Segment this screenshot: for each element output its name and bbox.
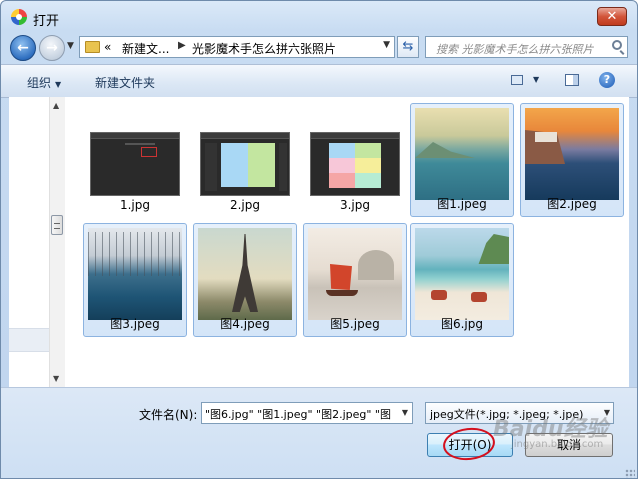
refresh-button[interactable]: ⇆ <box>397 36 419 58</box>
file-item-tu5-jpeg[interactable]: 图5.jpeg <box>303 223 407 337</box>
file-thumbnail <box>415 108 509 200</box>
preview-pane-icon[interactable] <box>565 74 579 86</box>
organize-label: 组织 <box>27 76 52 90</box>
open-file-dialog: 打开 ✕ ← → ▼ « 新建文... ▶ 光影魔术手怎么拼六张照片 ▼ ⇆ 搜… <box>0 0 638 479</box>
filename-value: "图6.jpg" "图1.jpeg" "图2.jpeg" "图 <box>205 408 391 421</box>
file-item-1-jpg[interactable]: 1.jpg <box>83 103 187 217</box>
filename-input[interactable]: "图6.jpg" "图1.jpeg" "图2.jpeg" "图 ▼ <box>201 402 413 424</box>
address-bar[interactable]: « 新建文... ▶ 光影魔术手怎么拼六张照片 ▼ <box>79 36 395 58</box>
recent-locations-dropdown-icon[interactable]: ▼ <box>67 41 74 51</box>
annotation-circle <box>441 425 497 463</box>
breadcrumb-item-current[interactable]: 光影魔术手怎么拼六张照片 <box>192 40 336 57</box>
back-arrow-icon: ← <box>17 40 29 56</box>
scroll-thumb[interactable] <box>51 215 63 235</box>
filename-history-dropdown-icon[interactable]: ▼ <box>398 403 412 423</box>
file-item-tu6-jpg[interactable]: 图6.jpg <box>410 223 514 337</box>
file-thumbnail <box>88 108 182 200</box>
watermark-url: jingyan.baidu.com <box>511 439 604 450</box>
command-toolbar: 组织 ▼ 新建文件夹 ▼ ? <box>1 64 637 98</box>
file-name: 图3.jpeg <box>110 317 160 331</box>
app-icon <box>11 9 27 25</box>
breadcrumb-item-parent[interactable]: 新建文... <box>122 40 169 57</box>
title-bar: 打开 ✕ <box>1 1 637 33</box>
file-name: 图6.jpg <box>440 317 484 331</box>
search-icon <box>612 40 622 50</box>
file-item-tu3-jpeg[interactable]: 图3.jpeg <box>83 223 187 337</box>
file-item-2-jpg[interactable]: 2.jpg <box>193 103 297 217</box>
search-input[interactable]: 搜索 光影魔术手怎么拼六张照片 <box>425 36 628 58</box>
file-thumbnail <box>525 108 619 200</box>
forward-arrow-icon: → <box>46 40 58 56</box>
file-item-3-jpg[interactable]: 3.jpg <box>303 103 407 217</box>
chevron-down-icon: ▼ <box>55 80 62 89</box>
file-thumbnail <box>415 228 509 320</box>
close-icon: ✕ <box>606 9 618 24</box>
file-thumbnail <box>308 108 402 200</box>
window-title: 打开 <box>33 14 60 29</box>
file-name: 图4.jpeg <box>220 317 270 331</box>
organize-menu[interactable]: 组织 ▼ <box>27 74 61 91</box>
scroll-up-arrow-icon[interactable]: ▲ <box>53 101 59 110</box>
file-item-tu4-jpeg[interactable]: 图4.jpeg <box>193 223 297 337</box>
view-options-dropdown-icon[interactable]: ▼ <box>533 75 539 84</box>
resize-grip-icon[interactable] <box>625 469 635 478</box>
file-name: 图1.jpeg <box>437 197 487 211</box>
back-button[interactable]: ← <box>10 35 36 61</box>
file-name: 2.jpg <box>229 198 261 212</box>
folder-icon <box>85 41 100 53</box>
file-thumbnail <box>198 108 292 200</box>
scroll-down-arrow-icon[interactable]: ▼ <box>53 374 59 383</box>
breadcrumb-overflow[interactable]: « <box>104 40 111 54</box>
file-thumbnail <box>198 228 292 320</box>
file-list[interactable]: 1.jpg 2.jpg 3.jpg 图1.jpeg 图2.jpeg 图3.jpe… <box>65 97 629 387</box>
address-dropdown-icon[interactable]: ▼ <box>383 40 390 50</box>
file-item-tu2-jpeg[interactable]: 图2.jpeg <box>520 103 624 217</box>
file-name: 图5.jpeg <box>330 317 380 331</box>
file-name: 1.jpg <box>119 198 151 212</box>
help-icon[interactable]: ? <box>599 72 615 88</box>
breadcrumb-separator-icon[interactable]: ▶ <box>178 40 186 51</box>
file-name: 图2.jpeg <box>547 197 597 211</box>
file-thumbnail <box>308 228 402 320</box>
new-folder-button[interactable]: 新建文件夹 <box>95 74 155 91</box>
forward-button[interactable]: → <box>39 35 65 61</box>
navigation-pane-selected-item[interactable] <box>9 328 49 352</box>
refresh-icon: ⇆ <box>402 39 414 54</box>
view-mode-icon[interactable] <box>511 75 523 85</box>
file-thumbnail <box>88 228 182 320</box>
file-item-tu1-jpeg[interactable]: 图1.jpeg <box>410 103 514 217</box>
navigation-scrollbar[interactable]: ▲ ▼ <box>49 97 65 387</box>
file-name: 3.jpg <box>339 198 371 212</box>
filename-label: 文件名(N): <box>139 408 198 422</box>
close-button[interactable]: ✕ <box>597 7 627 26</box>
search-placeholder: 搜索 光影魔术手怎么拼六张照片 <box>436 43 594 56</box>
